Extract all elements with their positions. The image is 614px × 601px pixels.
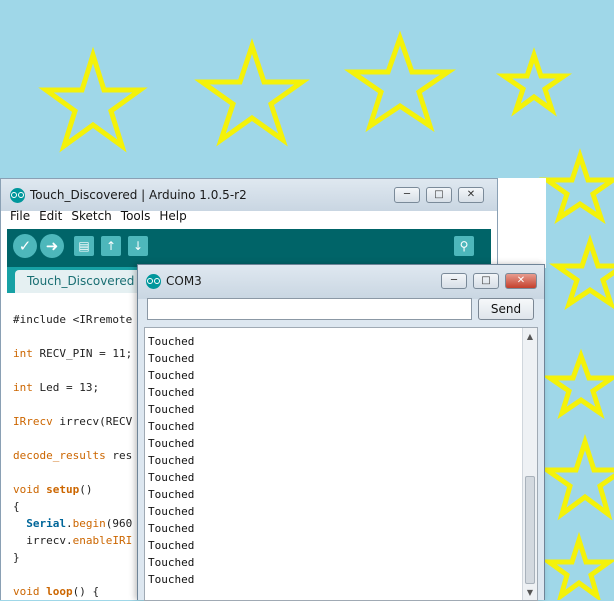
scroll-thumb[interactable] (525, 476, 535, 584)
serial-output-lines: Touched Touched Touched Touched Touched Touch… (148, 333, 194, 588)
output-line: Touched (148, 505, 195, 518)
open-sketch-icon[interactable]: ↑ (101, 236, 121, 256)
menu-help[interactable]: Help (159, 209, 186, 223)
ide-titlebar[interactable]: Touch_Discovered | Arduino 1.0.5-r2 ─ □ … (1, 179, 497, 211)
star-icon (541, 348, 614, 420)
output-line: Touched (148, 335, 195, 348)
output-line: Touched (148, 403, 195, 416)
output-line: Touched (148, 573, 195, 586)
menu-bar: File Edit Sketch Tools Help (1, 209, 497, 227)
scroll-down-icon[interactable]: ▼ (523, 586, 537, 600)
star-icon (343, 30, 457, 133)
close-button[interactable]: ✕ (505, 273, 537, 289)
serial-monitor-icon[interactable]: ⚲ (454, 236, 474, 256)
star-icon (539, 433, 614, 521)
maximize-button[interactable]: □ (426, 187, 452, 203)
output-line: Touched (148, 539, 195, 552)
code-line: int RECV_PIN = 11; (13, 347, 133, 360)
serial-output[interactable]: Touched Touched Touched Touched Touched Touch… (144, 327, 538, 601)
code-line: decode_results res (13, 449, 133, 462)
output-line: Touched (148, 352, 195, 365)
ide-window-title: Touch_Discovered | Arduino 1.0.5-r2 (30, 188, 247, 202)
code-line: int Led = 13; (13, 381, 100, 394)
serial-monitor-titlebar[interactable]: COM3 ─ □ ✕ (138, 265, 544, 299)
output-line: Touched (148, 386, 195, 399)
menu-file[interactable]: File (10, 209, 30, 223)
code-line: void loop() { (13, 585, 100, 598)
star-icon (541, 531, 614, 600)
star-icon (194, 38, 310, 147)
output-line: Touched (148, 556, 195, 569)
upload-icon[interactable]: ➜ (40, 234, 64, 258)
code-line: Serial.begin(960 (26, 517, 133, 530)
maximize-button[interactable]: □ (473, 273, 499, 289)
output-line: Touched (148, 522, 195, 535)
verify-icon[interactable]: ✓ (13, 234, 37, 258)
star-icon (495, 47, 573, 117)
save-sketch-icon[interactable]: ↓ (128, 236, 148, 256)
code-line: IRrecv irrecv(RECV (13, 415, 133, 428)
star-icon (38, 46, 148, 153)
scroll-up-icon[interactable]: ▲ (523, 330, 537, 344)
output-line: Touched (148, 471, 195, 484)
vertical-scrollbar[interactable]: ▲ ▼ (522, 328, 537, 600)
code-line: #include <IRremote (13, 313, 133, 326)
output-line: Touched (148, 420, 195, 433)
arduino-logo-icon (146, 274, 161, 289)
serial-monitor-window: COM3 ─ □ ✕ Send Touched Touched Touched Tou… (137, 264, 545, 601)
output-line: Touched (148, 369, 195, 382)
menu-tools[interactable]: Tools (121, 209, 151, 223)
star-icon (539, 148, 614, 225)
code-editor[interactable]: #include <IRremote int RECV_PIN = 11; int … (13, 311, 132, 600)
tab-touch-discovered[interactable]: Touch_Discovered (15, 270, 147, 293)
minimize-button[interactable]: ─ (394, 187, 420, 203)
output-line: Touched (148, 488, 195, 501)
output-line: Touched (148, 454, 195, 467)
arduino-logo-icon (10, 188, 25, 203)
menu-edit[interactable]: Edit (39, 209, 62, 223)
serial-monitor-title: COM3 (166, 274, 202, 288)
serial-input[interactable] (147, 298, 472, 320)
send-button[interactable]: Send (478, 298, 534, 320)
star-icon (549, 234, 614, 311)
menu-sketch[interactable]: Sketch (71, 209, 111, 223)
code-line: } (13, 551, 20, 564)
ide-toolbar: ✓ ➜ ▤ ↑ ↓ ⚲ (7, 229, 491, 267)
code-line: irrecv.enableIRI (13, 534, 133, 547)
output-line: Touched (148, 437, 195, 450)
code-line: { (13, 500, 20, 513)
minimize-button[interactable]: ─ (441, 273, 467, 289)
code-line: void setup() (13, 483, 93, 496)
new-sketch-icon[interactable]: ▤ (74, 236, 94, 256)
close-button[interactable]: ✕ (458, 187, 484, 203)
